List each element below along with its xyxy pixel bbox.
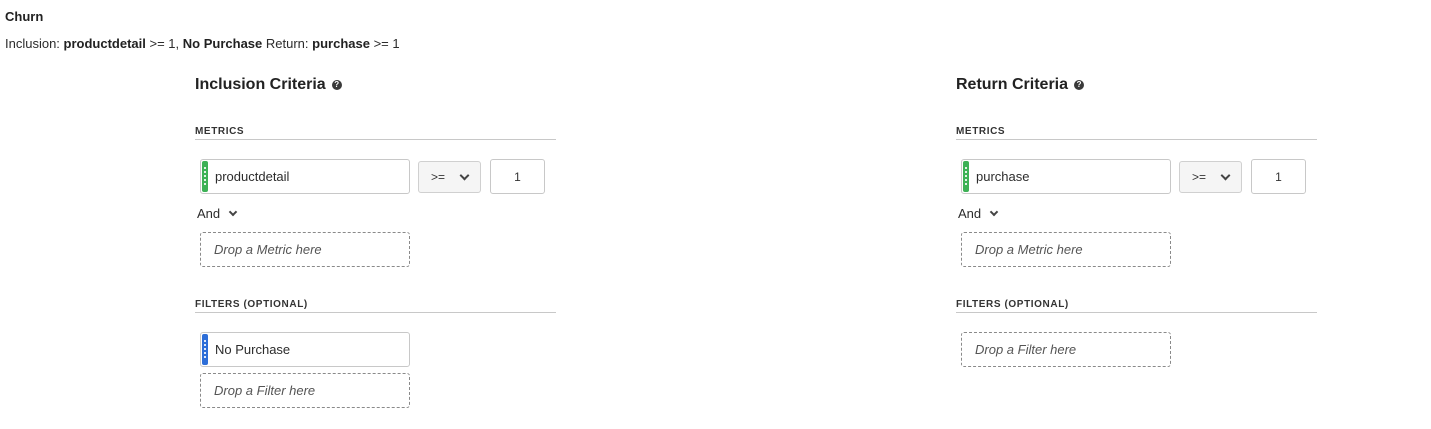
chevron-down-icon [459,170,470,180]
filter-name: No Purchase [215,342,291,357]
return-criteria-panel: Return Criteria ? METRICS purchase >= An… [956,76,1317,416]
threshold-value-input[interactable] [490,159,545,194]
chevron-down-icon [1220,170,1231,180]
inclusion-criteria-heading: Inclusion Criteria ? [195,76,342,94]
metrics-section-label: METRICS [195,126,556,140]
operator-dropdown[interactable]: >= [418,161,481,193]
chevron-down-icon [989,207,999,216]
logic-operator-dropdown[interactable]: And [197,206,238,221]
summary-return-metric: purchase [312,36,370,51]
metric-chip-productdetail[interactable]: productdetail [200,159,410,194]
metric-drop-zone[interactable]: Drop a Metric here [200,232,410,267]
summary-inclusion-metric: productdetail [63,36,146,51]
chevron-down-icon [228,207,238,216]
page-title: Churn [5,9,44,24]
filters-section-label: FILTERS (OPTIONAL) [956,299,1317,313]
operator-dropdown[interactable]: >= [1179,161,1242,193]
summary-return-prefix: Return: [265,36,309,51]
summary-return-condition: >= 1 [373,36,400,51]
summary-inclusion-condition: >= 1, [149,36,180,51]
operator-value: >= [1192,170,1207,184]
logic-operator-label: And [197,206,221,221]
filter-drop-zone[interactable]: Drop a Filter here [961,332,1171,367]
logic-operator-dropdown[interactable]: And [958,206,999,221]
summary-inclusion-prefix: Inclusion: [5,36,60,51]
metric-name: productdetail [215,169,290,184]
drag-handle-icon[interactable] [202,334,208,365]
operator-value: >= [431,170,446,184]
inclusion-criteria-panel: Inclusion Criteria ? METRICS productdeta… [195,76,556,416]
drag-handle-icon[interactable] [963,161,969,192]
metric-drop-zone[interactable]: Drop a Metric here [961,232,1171,267]
threshold-value-input[interactable] [1251,159,1306,194]
drag-handle-icon[interactable] [202,161,208,192]
metrics-section-label: METRICS [956,126,1317,140]
inclusion-criteria-title: Inclusion Criteria [195,76,326,93]
return-criteria-heading: Return Criteria ? [956,76,1085,94]
metric-name: purchase [976,169,1030,184]
help-icon[interactable]: ? [1074,80,1085,90]
filters-section-label: FILTERS (OPTIONAL) [195,299,556,313]
filter-chip-no-purchase[interactable]: No Purchase [200,332,410,367]
metric-chip-purchase[interactable]: purchase [961,159,1171,194]
logic-operator-label: And [958,206,982,221]
criteria-summary: Inclusion: productdetail >= 1, No Purcha… [5,36,400,51]
filter-drop-zone[interactable]: Drop a Filter here [200,373,410,408]
summary-inclusion-filter: No Purchase [182,36,263,51]
return-criteria-title: Return Criteria [956,76,1069,93]
help-icon[interactable]: ? [331,80,342,90]
